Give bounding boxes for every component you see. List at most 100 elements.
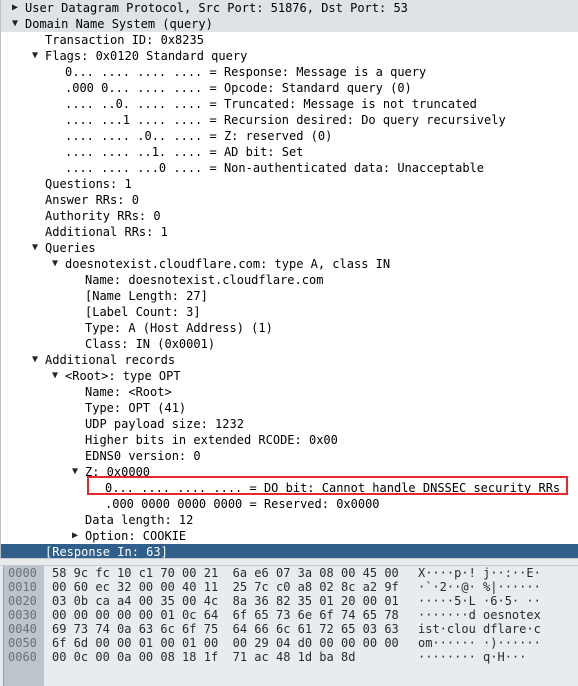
tree-row-label: .... ...1 .... .... = Recursion desired:… [65, 113, 506, 127]
tree-row-label: Flags: 0x0120 Standard query [45, 49, 248, 63]
tree-row-label: .... .... ..1. .... = AD bit: Set [65, 145, 304, 159]
hex-bytes[interactable]: 69 73 74 0a 63 6c 6f 75 64 66 6c 61 72 6… [52, 622, 399, 636]
tree-row[interactable]: .000 0000 0000 0000 = Reserved: 0x0000 [1, 496, 578, 512]
expanded-twisty-icon[interactable]: ▼ [50, 368, 60, 384]
hex-offset[interactable]: 0040 [8, 622, 37, 636]
tree-row-label: Additional records [45, 353, 176, 367]
tree-row[interactable]: ▶ Option: COOKIE [1, 528, 578, 544]
tree-row[interactable]: Name: <Root> [1, 384, 578, 400]
tree-row[interactable]: ▼ doesnotexist.cloudflare.com: type A, cl… [1, 256, 578, 272]
expanded-twisty-icon[interactable]: ▼ [30, 48, 40, 64]
tree-row[interactable]: Type: OPT (41) [1, 400, 578, 416]
hex-ascii[interactable]: ·`·2··@· %|······ [418, 580, 541, 594]
hex-offset[interactable]: 0060 [8, 650, 37, 664]
tree-row[interactable]: ▼ Additional records [1, 352, 578, 368]
tree-row-label: doesnotexist.cloudflare.com: type A, cla… [65, 257, 391, 271]
tree-row-label: Class: IN (0x0001) [85, 337, 216, 351]
tree-row-label: [Response In: 63] [45, 545, 168, 558]
tree-row[interactable]: ▼ <Root>: type OPT [1, 368, 578, 384]
tree-row[interactable]: Higher bits in extended RCODE: 0x00 [1, 432, 578, 448]
expanded-twisty-icon[interactable]: ▼ [70, 464, 80, 480]
tree-row[interactable]: Name: doesnotexist.cloudflare.com [1, 272, 578, 288]
tree-row[interactable]: .... ..0. .... .... = Truncated: Message… [1, 96, 578, 112]
tree-row-label: .000 0... .... .... = Opcode: Standard q… [65, 81, 412, 95]
hex-offset[interactable]: 0020 [8, 594, 37, 608]
tree-row-label: .... .... .0.. .... = Z: reserved (0) [65, 129, 333, 143]
tree-row-label: <Root>: type OPT [65, 369, 181, 383]
tree-row[interactable]: ▼ Domain Name System (query) [1, 16, 578, 32]
collapsed-twisty-icon[interactable]: ▶ [70, 528, 80, 544]
hex-bytes[interactable]: 58 9c fc 10 c1 70 00 21 6a e6 07 3a 08 0… [52, 566, 399, 580]
tree-row-label: Transaction ID: 0x8235 [45, 33, 204, 47]
tree-row-label: Answer RRs: 0 [45, 193, 139, 207]
hex-bytes[interactable]: 00 0c 00 0a 00 08 18 1f 71 ac 48 1d ba 8… [52, 650, 355, 664]
tree-row[interactable]: [Label Count: 3] [1, 304, 578, 320]
tree-row[interactable]: ▼ Flags: 0x0120 Standard query [1, 48, 578, 64]
tree-row[interactable]: Additional RRs: 1 [1, 224, 578, 240]
tree-row[interactable]: ▼ Z: 0x0000 [1, 464, 578, 480]
hex-offset[interactable]: 0000 [8, 566, 37, 580]
tree-row[interactable]: Answer RRs: 0 [1, 192, 578, 208]
tree-row-label: .... ..0. .... .... = Truncated: Message… [65, 97, 477, 111]
tree-row-label: Domain Name System (query) [25, 16, 213, 32]
hex-ascii[interactable]: ·····5·L ·6·5· ·· [418, 594, 541, 608]
tree-row-label: 0... .... .... .... = DO bit: Cannot han… [105, 481, 561, 495]
tree-row[interactable]: .000 0... .... .... = Opcode: Standard q… [1, 80, 578, 96]
tree-row[interactable]: Authority RRs: 0 [1, 208, 578, 224]
packet-details-tree[interactable]: ▶ User Datagram Protocol, Src Port: 51876… [0, 0, 578, 558]
tree-row[interactable]: Type: A (Host Address) (1) [1, 320, 578, 336]
expanded-twisty-icon[interactable]: ▼ [30, 240, 40, 256]
tree-row-label: Z: 0x0000 [85, 465, 151, 479]
tree-row-label: EDNS0 version: 0 [85, 449, 201, 463]
tree-row-label: Authority RRs: 0 [45, 209, 161, 223]
tree-row[interactable]: UDP payload size: 1232 [1, 416, 578, 432]
tree-row[interactable]: ▶ User Datagram Protocol, Src Port: 51876… [1, 0, 578, 16]
tree-row-label: Data length: 12 [85, 513, 194, 527]
tree-row[interactable]: Transaction ID: 0x8235 [1, 32, 578, 48]
tree-row[interactable]: ▼ Queries [1, 240, 578, 256]
tree-row-label: Higher bits in extended RCODE: 0x00 [85, 433, 338, 447]
expanded-twisty-icon[interactable]: ▼ [30, 352, 40, 368]
tree-row-label: Queries [45, 241, 96, 255]
hex-ascii[interactable]: ist·clou dflare·c [418, 622, 541, 636]
pane-splitter[interactable] [0, 558, 578, 566]
tree-row[interactable]: EDNS0 version: 0 [1, 448, 578, 464]
hex-offset[interactable]: 0010 [8, 580, 37, 594]
tree-row-label: 0... .... .... .... = Response: Message … [65, 65, 427, 79]
tree-row-label: Type: OPT (41) [85, 401, 187, 415]
tree-row-label: User Datagram Protocol, Src Port: 51876,… [25, 0, 408, 16]
hex-offset[interactable]: 0050 [8, 636, 37, 650]
hex-ascii[interactable]: ·······d oesnotex [418, 608, 541, 622]
hex-bytes[interactable]: 03 0b ca a4 00 35 00 4c 8a 36 82 35 01 2… [52, 594, 399, 608]
tree-row-label: Type: A (Host Address) (1) [85, 321, 273, 335]
tree-row-label: Option: COOKIE [85, 529, 187, 543]
hex-bytes[interactable]: 00 00 00 00 00 01 0c 64 6f 65 73 6e 6f 7… [52, 608, 399, 622]
tree-row[interactable]: Data length: 12 [1, 512, 578, 528]
hex-ascii[interactable]: X····p·! j··:··E· [418, 566, 541, 580]
tree-row[interactable]: 0... .... .... .... = Response: Message … [1, 64, 578, 80]
hex-bytes[interactable]: 00 60 ec 32 00 00 40 11 25 7c c0 a8 02 8… [52, 580, 399, 594]
tree-row[interactable]: Class: IN (0x0001) [1, 336, 578, 352]
tree-row-label: UDP payload size: 1232 [85, 417, 244, 431]
tree-row[interactable]: 0... .... .... .... = DO bit: Cannot han… [1, 480, 578, 496]
tree-row[interactable]: Questions: 1 [1, 176, 578, 192]
hex-offset[interactable]: 0030 [8, 608, 37, 622]
tree-row[interactable]: [Response In: 63] [1, 544, 578, 558]
tree-row-label: Name: <Root> [85, 385, 172, 399]
tree-row-label: Additional RRs: 1 [45, 225, 168, 239]
tree-row[interactable]: .... ...1 .... .... = Recursion desired:… [1, 112, 578, 128]
hex-bytes[interactable]: 6f 6d 00 00 01 00 01 00 00 29 04 d0 00 0… [52, 636, 399, 650]
tree-row-label: .... .... ...0 .... = Non-authenticated … [65, 161, 485, 175]
hex-ascii[interactable]: ········ q·H··· [418, 650, 526, 664]
expanded-twisty-icon[interactable]: ▼ [10, 16, 20, 32]
tree-row[interactable]: .... .... ..1. .... = AD bit: Set [1, 144, 578, 160]
collapsed-twisty-icon[interactable]: ▶ [10, 0, 20, 16]
expanded-twisty-icon[interactable]: ▼ [50, 256, 60, 272]
tree-row[interactable]: [Name Length: 27] [1, 288, 578, 304]
tree-row[interactable]: .... .... ...0 .... = Non-authenticated … [1, 160, 578, 176]
hex-ascii[interactable]: om······ ·)······ [418, 636, 541, 650]
tree-row-label: .000 0000 0000 0000 = Reserved: 0x0000 [105, 497, 380, 511]
tree-row-label: [Label Count: 3] [85, 305, 201, 319]
packet-bytes-pane[interactable]: 0000 58 9c fc 10 c1 70 00 21 6a e6 07 3a … [0, 566, 578, 686]
tree-row[interactable]: .... .... .0.. .... = Z: reserved (0) [1, 128, 578, 144]
